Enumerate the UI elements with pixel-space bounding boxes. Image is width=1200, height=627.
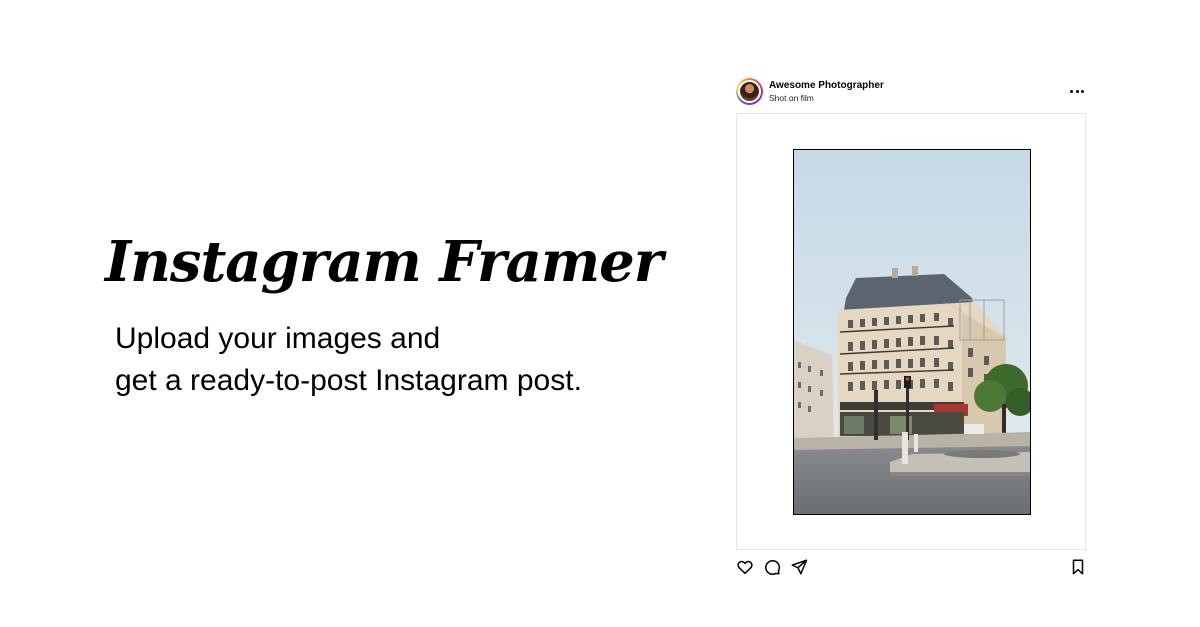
post-frame	[736, 113, 1086, 550]
hero-title: Instagram Framer	[105, 229, 663, 295]
post-username[interactable]: Awesome Photographer	[769, 80, 884, 91]
hero-subtitle-line-2: get a ready-to-post Instagram post.	[115, 364, 582, 397]
avatar[interactable]	[736, 78, 763, 105]
post-photo	[793, 149, 1031, 515]
send-icon[interactable]	[790, 558, 808, 576]
heart-icon[interactable]	[736, 558, 754, 576]
post-header: Awesome Photographer Shot on film	[736, 76, 1086, 106]
hero: Instagram Framer Upload your images and …	[105, 222, 665, 402]
comment-icon[interactable]	[763, 558, 781, 576]
hero-subtitle: Upload your images and get a ready-to-po…	[115, 318, 665, 402]
more-horizontal-icon[interactable]	[1070, 84, 1084, 98]
hero-subtitle-line-1: Upload your images and	[115, 322, 441, 355]
bookmark-icon[interactable]	[1069, 558, 1087, 576]
post-caption: Shot on film	[769, 93, 814, 103]
post-action-bar	[736, 558, 1086, 578]
instagram-post-mockup: Awesome Photographer Shot on film	[736, 76, 1086, 575]
